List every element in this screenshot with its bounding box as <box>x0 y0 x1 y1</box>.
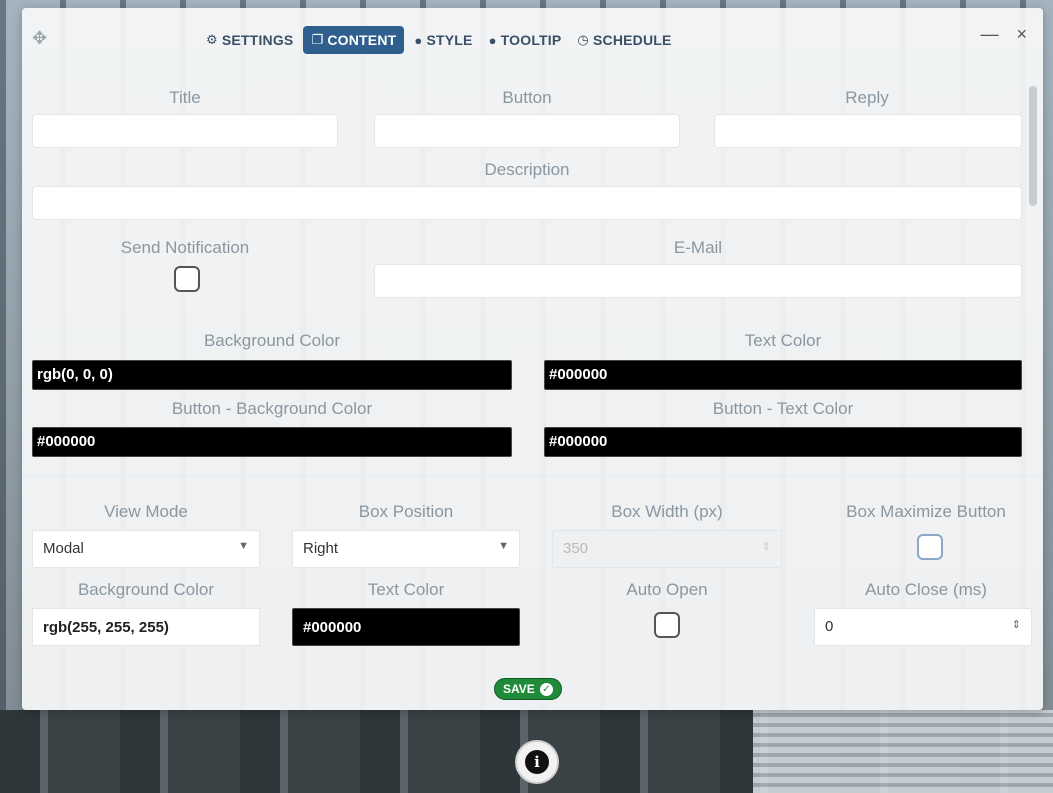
box-position-value: Right <box>303 540 339 557</box>
palette-icon: ● <box>414 32 423 48</box>
button-label: Button <box>502 88 552 107</box>
bg-color-input[interactable]: rgb(0, 0, 0) <box>32 360 512 390</box>
auto-close-value: 0 <box>825 618 834 635</box>
gear-icon: ⚙ <box>206 32 218 47</box>
box-text-color-label: Text Color <box>367 580 445 599</box>
auto-close-input[interactable]: 0 ⇕ <box>814 608 1032 646</box>
box-bg-color-input[interactable]: rgb(255, 255, 255) <box>32 608 260 646</box>
button-bg-color-label: Button - Background Color <box>171 399 373 418</box>
move-icon[interactable]: ✥ <box>32 28 47 49</box>
clock-icon: ◷ <box>577 32 589 47</box>
view-mode-select[interactable]: Modal ▼ <box>32 530 260 568</box>
box-width-label: Box Width (px) <box>611 502 723 521</box>
content-editor-panel: ✥ ⚙ SETTINGS ❐ CONTENT ● STYLE ● TOOLTIP ◷ SC… <box>22 8 1043 710</box>
form-scroll-area[interactable]: Title Button Reply Description Send Noti… <box>22 68 1043 708</box>
description-input[interactable] <box>32 186 1022 220</box>
button-text-color-label: Button - Text Color <box>712 399 854 418</box>
title-input[interactable] <box>32 114 338 148</box>
tab-schedule[interactable]: ◷ SCHEDULE <box>571 26 677 54</box>
send-notification-label: Send Notification <box>120 238 250 257</box>
view-mode-value: Modal <box>43 540 84 557</box>
scrollbar[interactable] <box>1029 86 1037 206</box>
email-label: E-Mail <box>673 238 723 257</box>
box-width-input[interactable]: 350 ⇕ <box>552 530 782 568</box>
box-position-label: Box Position <box>358 502 454 521</box>
stepper-icon: ⇕ <box>1011 619 1021 631</box>
tab-style[interactable]: ● STYLE <box>408 26 478 54</box>
minimize-button[interactable]: — <box>980 24 998 45</box>
chevron-down-icon: ▼ <box>498 540 509 552</box>
box-maximize-checkbox[interactable] <box>917 534 943 560</box>
panel-header: ✥ ⚙ SETTINGS ❐ CONTENT ● STYLE ● TOOLTIP ◷ SC… <box>22 8 1043 68</box>
button-input[interactable] <box>374 114 680 148</box>
button-text-color-input[interactable]: #000000 <box>544 427 1022 457</box>
info-button[interactable]: i <box>515 740 559 784</box>
description-label: Description <box>484 160 570 179</box>
tab-content[interactable]: ❐ CONTENT <box>303 26 405 54</box>
text-color-input[interactable]: #000000 <box>544 360 1022 390</box>
speech-bubble-icon: ● <box>488 32 497 48</box>
auto-open-checkbox[interactable] <box>654 612 680 638</box>
close-button[interactable]: × <box>1016 24 1027 45</box>
reply-input[interactable] <box>714 114 1022 148</box>
box-position-select[interactable]: Right ▼ <box>292 530 520 568</box>
box-width-value: 350 <box>563 540 589 557</box>
save-label: SAVE <box>503 682 535 696</box>
stepper-icon: ⇕ <box>761 541 771 553</box>
view-mode-label: View Mode <box>104 502 188 521</box>
tab-settings[interactable]: ⚙ SETTINGS <box>200 26 299 54</box>
section-divider <box>22 476 1043 477</box>
tab-bar: ⚙ SETTINGS ❐ CONTENT ● STYLE ● TOOLTIP ◷ SCHE… <box>200 26 678 54</box>
title-label: Title <box>169 88 201 107</box>
button-bg-color-input[interactable]: #000000 <box>32 427 512 457</box>
box-text-color-input[interactable]: #000000 <box>292 608 520 646</box>
window-controls: — × <box>980 24 1027 45</box>
window-icon: ❐ <box>311 32 324 47</box>
box-maximize-label: Box Maximize Button <box>846 502 1006 521</box>
info-icon: i <box>525 750 549 774</box>
background-window-light <box>753 710 1053 793</box>
save-button[interactable]: SAVE ✓ <box>494 678 562 700</box>
auto-close-label: Auto Close (ms) <box>865 580 987 599</box>
check-circle-icon: ✓ <box>539 682 553 696</box>
chevron-down-icon: ▼ <box>238 540 249 552</box>
email-input[interactable] <box>374 264 1022 298</box>
bg-color-label: Background Color <box>203 331 341 350</box>
auto-open-label: Auto Open <box>626 580 708 599</box>
text-color-label: Text Color <box>744 331 822 350</box>
tab-tooltip[interactable]: ● TOOLTIP <box>483 26 568 54</box>
reply-label: Reply <box>845 88 889 107</box>
send-notification-checkbox[interactable] <box>174 266 200 292</box>
box-bg-color-label: Background Color <box>77 580 215 599</box>
